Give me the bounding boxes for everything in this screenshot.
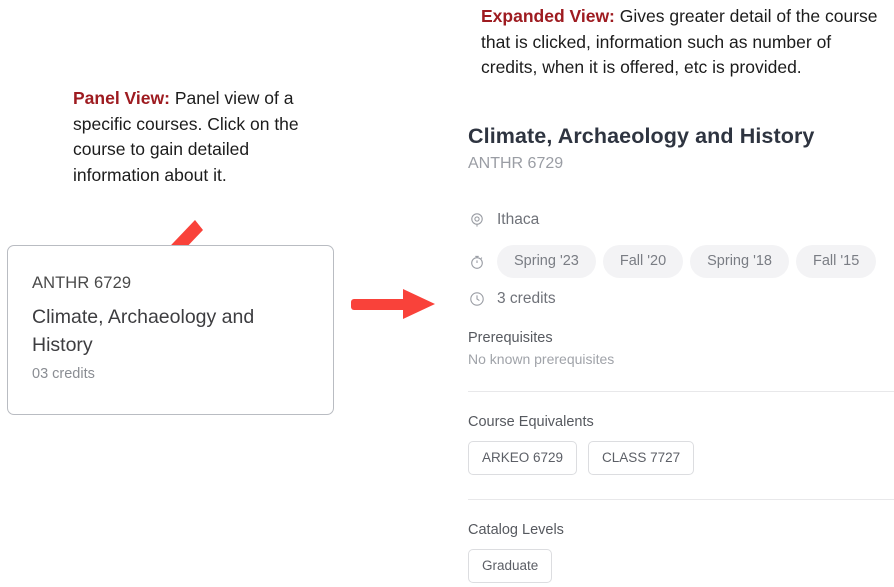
expanded-course-panel: Climate, Archaeology and History ANTHR 6…: [468, 124, 894, 583]
course-equivalents-label: Course Equivalents: [468, 414, 594, 430]
panel-view-annotation-lead: Panel View:: [73, 88, 170, 108]
panel-view-annotation: Panel View: Panel view of a specific cou…: [73, 86, 318, 188]
catalog-levels-section: Catalog Levels Graduate: [468, 522, 894, 583]
expanded-view-annotation: Expanded View: Gives greater detail of t…: [481, 4, 891, 81]
clock-icon: [468, 291, 485, 308]
course-equivalent-chip[interactable]: ARKEO 6729: [468, 441, 578, 475]
course-card-credits: 03 credits: [32, 366, 95, 382]
course-card-title: Climate, Archaeology and History: [32, 306, 255, 356]
course-code: ANTHR 6729: [468, 155, 564, 172]
credits-row: 3 credits: [468, 290, 894, 308]
location-value: Ithaca: [497, 211, 540, 228]
stopwatch-icon: [468, 253, 485, 270]
semester-chip-list: Spring '23 Fall '20 Spring '18 Fall '15: [497, 245, 877, 278]
semester-chip[interactable]: Fall '15: [795, 245, 877, 278]
catalog-levels-label: Catalog Levels: [468, 522, 564, 538]
semester-chip[interactable]: Fall '20: [602, 245, 684, 278]
catalog-level-chip[interactable]: Graduate: [468, 549, 553, 583]
course-equivalent-chip[interactable]: CLASS 7727: [588, 441, 695, 475]
course-card-code: ANTHR 6729: [32, 274, 132, 292]
expanded-view-annotation-lead: Expanded View:: [481, 6, 615, 26]
arrow-right-icon: [351, 289, 435, 319]
catalog-levels-list: Graduate: [468, 549, 894, 583]
course-equivalents-list: ARKEO 6729 CLASS 7727: [468, 441, 894, 475]
section-divider: [468, 499, 894, 500]
prerequisites-label: Prerequisites: [468, 330, 553, 346]
course-title: Climate, Archaeology and History: [468, 124, 815, 148]
semesters-row: Spring '23 Fall '20 Spring '18 Fall '15: [468, 245, 894, 278]
section-divider: [468, 391, 894, 392]
semester-chip[interactable]: Spring '23: [497, 245, 596, 278]
credits-value: 3 credits: [497, 290, 556, 307]
map-pin-icon: [468, 212, 485, 229]
semester-chip[interactable]: Spring '18: [690, 245, 789, 278]
prerequisites-value: No known prerequisites: [468, 351, 615, 367]
prerequisites-section: Prerequisites No known prerequisites: [468, 330, 894, 367]
location-row: Ithaca: [468, 211, 894, 229]
course-card[interactable]: ANTHR 6729 Climate, Archaeology and Hist…: [7, 245, 334, 415]
course-equivalents-section: Course Equivalents ARKEO 6729 CLASS 7727: [468, 414, 894, 475]
